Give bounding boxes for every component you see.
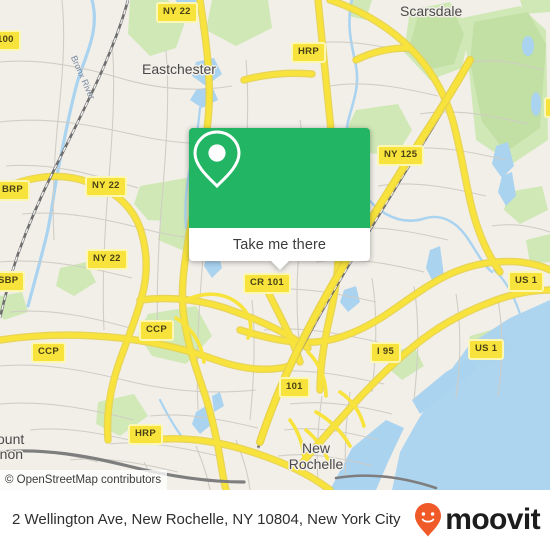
take-me-there-button[interactable]: Take me there — [189, 228, 370, 261]
road-shield: US 1 — [508, 271, 545, 292]
road-shield — [544, 97, 550, 118]
take-me-there-label: Take me there — [232, 236, 327, 253]
road-shield: I 95 — [370, 342, 402, 363]
destination-callout[interactable]: Take me there — [189, 128, 370, 270]
map-place-label: ount — [0, 431, 25, 447]
road-shield: CCP — [139, 320, 174, 341]
map-place-label: New Rochelle — [283, 440, 349, 472]
map-place-label-text: New Rochelle — [288, 440, 344, 472]
road-shield: BRP — [0, 180, 30, 201]
bottom-info-bar: 2 Wellington Ave, New Rochelle, NY 10804… — [0, 490, 550, 550]
road-shield: NY 22 — [86, 249, 128, 270]
road-shield: CR 101 — [243, 273, 292, 294]
moovit-map-screen: Bronx River Eastchester Scarsdale New Ro… — [0, 0, 550, 550]
road-shield: SBP — [0, 271, 26, 292]
road-shield: NY 22 — [156, 2, 198, 23]
moovit-smiley-pin-icon — [415, 503, 442, 537]
map-place-label: Scarsdale — [400, 3, 463, 19]
callout-pointer-tail — [270, 261, 289, 270]
location-pin-icon — [193, 130, 241, 189]
map-place-label: rnon — [0, 446, 24, 462]
callout-image-area — [189, 128, 370, 228]
map-canvas[interactable]: Bronx River Eastchester Scarsdale New Ro… — [0, 0, 550, 490]
address-label: 2 Wellington Ave, New Rochelle, NY 10804… — [12, 511, 401, 528]
map-place-label: Eastchester — [142, 61, 216, 77]
road-shield: US 1 — [468, 339, 505, 360]
road-shield: HRP — [128, 424, 163, 445]
osm-attribution[interactable]: © OpenStreetMap contributors — [0, 470, 168, 490]
road-shield: 100 — [0, 30, 21, 51]
moovit-wordmark: moovit — [445, 503, 540, 536]
road-shield: CCP — [31, 342, 66, 363]
road-shield: 101 — [279, 377, 310, 398]
road-shield: NY 22 — [85, 176, 127, 197]
road-shield: NY 125 — [377, 145, 425, 166]
moovit-logo[interactable]: moovit — [413, 502, 541, 538]
road-shield: HRP — [291, 42, 326, 63]
